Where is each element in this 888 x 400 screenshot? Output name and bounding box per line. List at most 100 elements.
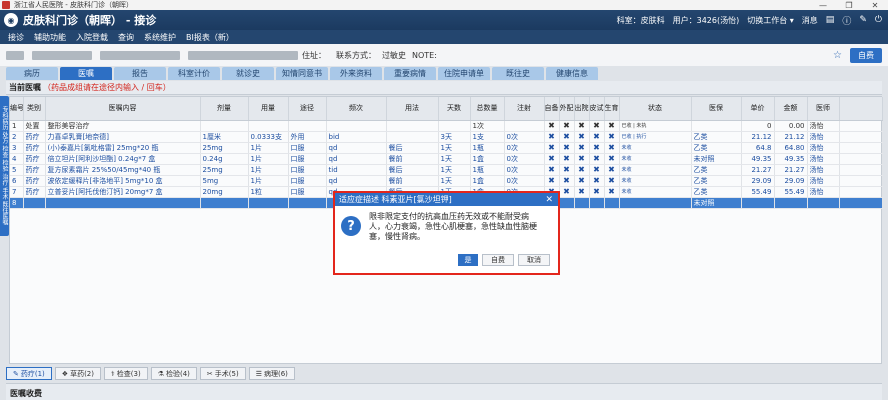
tab-report[interactable]: 报告 (114, 67, 166, 80)
table-row[interactable]: 2 药疗 力喜卓乳膏[地奈德] 1厘米 0.0333支 外用 bid 3天 1支 0次 ✖ ✖ ✖ ✖ ✖ 已… (10, 131, 883, 143)
x-mark-icon: ✖ (574, 186, 590, 198)
col-header[interactable]: 外配 (559, 97, 575, 121)
orders-section-title: 当前医嘱 （药品成组请在途径内输入 / 回车） (6, 81, 882, 95)
col-header[interactable]: 类别 (23, 97, 46, 121)
tab-consent[interactable]: 知情同意书 (276, 67, 328, 80)
col-header[interactable]: 生育 (604, 97, 620, 121)
col-header[interactable]: 剂量 (200, 97, 249, 121)
table-cell (200, 120, 249, 132)
col-header[interactable]: 用量 (248, 97, 289, 121)
dialog-titlebar: 适应症描述 科素亚片[氯沙坦钾] ✕ (335, 193, 558, 206)
tab-admission-request[interactable]: 住院申请单 (438, 67, 490, 80)
x-mark-icon: ✖ (544, 153, 560, 165)
col-header[interactable]: 医保 (691, 97, 742, 121)
tab-external-docs[interactable]: 外来资料 (330, 67, 382, 80)
tab-visit-history[interactable]: 就诊史 (222, 67, 274, 80)
tab-medical-record[interactable]: 病历 (6, 67, 58, 80)
x-mark-icon: ✖ (559, 131, 575, 143)
herb-order-button[interactable]: ❖ 草药(2) (54, 367, 101, 380)
menu-item-reception[interactable]: 接诊 (8, 32, 24, 43)
orders-warning: （药品成组请在途径内输入 / 回车） (43, 83, 171, 92)
col-header[interactable]: 金额 (774, 97, 808, 121)
col-header[interactable]: 医嘱内容 (45, 97, 201, 121)
col-header[interactable]: 用法 (386, 97, 439, 121)
side-shortcut-strip[interactable]: 专科病历 处方 检查 检验 治疗 手术 既往医嘱 (0, 96, 9, 236)
col-header[interactable]: 皮试 (589, 97, 605, 121)
col-header[interactable]: 途径 (288, 97, 327, 121)
menu-item-assist[interactable]: 辅助功能 (34, 32, 66, 43)
dialog-close-icon[interactable]: ✕ (545, 195, 553, 205)
restore-button[interactable]: ❐ (836, 1, 862, 10)
cancel-button[interactable]: 取消 (518, 254, 550, 266)
table-cell: 7 (10, 186, 24, 198)
col-header[interactable]: 编号 (10, 97, 24, 121)
table-cell (326, 120, 387, 132)
x-mark-icon: ✖ (559, 153, 575, 165)
selfpay-dialog-button[interactable]: 自费 (482, 254, 514, 266)
table-cell (386, 120, 439, 132)
flask-icon: ⚗ (157, 369, 164, 378)
col-header[interactable]: 注射 (504, 97, 545, 121)
surgery-order-button[interactable]: ✂ 手术(5) (199, 367, 246, 380)
yes-button[interactable]: 是 (458, 254, 478, 266)
menu-item-bi-report[interactable]: BI报表（新） (186, 32, 234, 43)
help-icon[interactable]: ⓘ (842, 14, 851, 27)
table-row[interactable]: 1 处置 整形美容治疗 1次 ✖ ✖ ✖ ✖ ✖ 已收 | 未执 0 0.00 汤怡 (10, 120, 883, 132)
table-cell: 6 (10, 175, 24, 187)
table-cell (691, 120, 742, 132)
table-cell: 汤怡 (807, 186, 840, 198)
herb-icon: ❖ (61, 369, 69, 378)
tab-past-history[interactable]: 既往史 (492, 67, 544, 80)
table-row[interactable]: 6 药疗 波依定缓释片[非洛地平] 5mg*10 盒 5mg 1片 口服 qd 餐前 1天 1盒 0… (10, 175, 883, 187)
col-header[interactable]: 单价 (741, 97, 775, 121)
tab-dept-pricing[interactable]: 科室计价 (168, 67, 220, 80)
tab-orders[interactable]: 医嘱 (60, 67, 112, 80)
col-header[interactable]: 出院 (574, 97, 590, 121)
table-header-row: 编号 类别 医嘱内容 剂量 用量 途径 频次 用法 天数 总数量 注射 自备 外… (10, 97, 883, 121)
settings-icon[interactable]: ✎ (859, 15, 867, 25)
close-window-button[interactable]: ✕ (862, 1, 888, 10)
col-header[interactable]: 自备 (544, 97, 560, 121)
table-cell: 0次 (504, 175, 545, 187)
table-cell: 未收 (619, 186, 692, 198)
menu-item-system[interactable]: 系统维护 (144, 32, 176, 43)
x-mark-icon: ✖ (544, 131, 560, 143)
menu-item-admission[interactable]: 入院登载 (76, 32, 108, 43)
minimize-button[interactable]: — (810, 1, 836, 10)
menu-item-query[interactable]: 查询 (118, 32, 134, 43)
messages-link[interactable]: 消息 (802, 15, 818, 26)
x-mark-icon: ✖ (604, 131, 620, 143)
table-row[interactable]: 3 药疗 (小)泰嘉片[氯吡格雷] 25mg*20 瓶 25mg 1片 口服 qd 餐后 1天 1… (10, 142, 883, 154)
table-cell-filler (839, 131, 883, 143)
tab-critical-condition[interactable]: 重要病情 (384, 67, 436, 80)
table-cell: 55.49 (774, 186, 808, 198)
favorite-star-icon[interactable]: ☆ (833, 50, 842, 61)
selfpay-button[interactable]: 自费 (850, 47, 882, 63)
x-mark-icon: ✖ (574, 120, 590, 132)
table-cell: 0次 (504, 142, 545, 154)
address-label: 住址： (302, 50, 326, 60)
power-icon[interactable]: ⏻ (875, 15, 882, 25)
table-row[interactable]: 5 药疗 复方尿素霜片 25%50/45mg*40 瓶 25mg 1片 口服 tid 餐后 1天… (10, 164, 883, 176)
col-header[interactable]: 状态 (619, 97, 692, 121)
table-row[interactable]: 4 药疗 倍立坦片[阿利沙坦酯] 0.24g*7 盒 0.24g 1片 口服 qd 餐前 1天 1… (10, 153, 883, 165)
workbench-switch[interactable]: 切换工作台 ▾ (747, 15, 794, 26)
table-cell: 20mg (200, 186, 249, 198)
col-header[interactable]: 天数 (438, 97, 471, 121)
col-header[interactable]: 总数量 (470, 97, 505, 121)
table-cell: 已收 | 执行 (619, 131, 692, 143)
x-mark-icon: ✖ (574, 175, 590, 187)
pathology-order-button[interactable]: ☰ 病理(6) (248, 367, 295, 380)
drug-order-button[interactable]: ✎ 药疗(1) (6, 367, 52, 380)
lab-order-button[interactable]: ⚗ 检验(4) (150, 367, 197, 380)
dialog-title: 适应症描述 科素亚片[氯沙坦钾] (339, 195, 452, 204)
notification-icon[interactable]: ▤ (826, 15, 835, 25)
table-cell: 汤怡 (807, 120, 840, 132)
tab-health-info[interactable]: 健康信息 (546, 67, 598, 80)
x-mark-icon: ✖ (604, 142, 620, 154)
exam-order-button[interactable]: ⚕ 检查(3) (104, 367, 148, 380)
col-header[interactable]: 医师 (807, 97, 840, 121)
col-header[interactable]: 频次 (326, 97, 387, 121)
table-cell (288, 197, 327, 209)
table-cell: 1瓶 (470, 142, 505, 154)
